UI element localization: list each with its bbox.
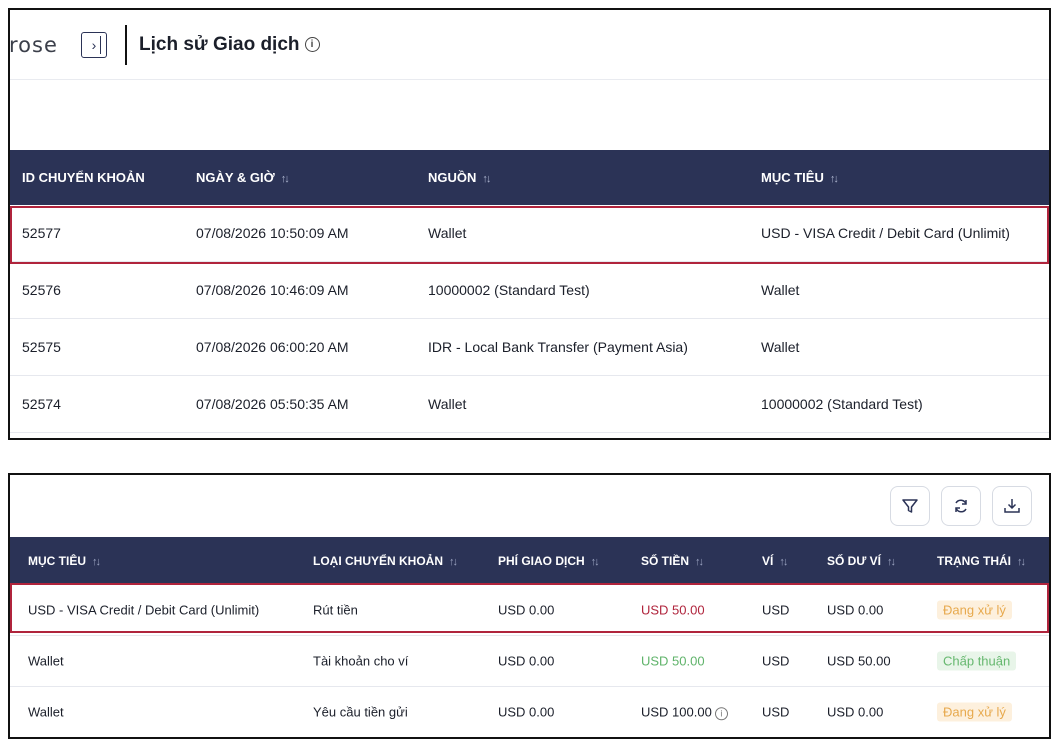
page-title: Lịch sử Giao dịch xyxy=(139,33,300,55)
top-bar: rose › Lịch sử Giao dịch i xyxy=(10,10,1049,80)
target: USD - VISA Credit / Debit Card (Unlimit) xyxy=(761,225,1010,241)
fee: USD 0.00 xyxy=(498,704,555,720)
transfer-id: 52577 xyxy=(22,225,61,241)
fee: USD 0.00 xyxy=(498,653,555,669)
info-icon[interactable]: i xyxy=(304,37,320,52)
column-header-transfer-type[interactable]: LOẠI CHUYỂN KHOẢN ↑↓ xyxy=(313,554,458,568)
column-header-source[interactable]: NGUỒN ↑↓ xyxy=(428,170,491,185)
table-row[interactable]: 52577 07/08/2026 10:50:09 AM Wallet USD … xyxy=(10,205,1049,262)
table-header: ID CHUYỂN KHOẢN NGÀY & GIỜ ↑↓ NGUỒN ↑↓ MỤC… xyxy=(10,150,1049,205)
divider xyxy=(125,24,127,65)
table-row[interactable]: 52575 07/08/2026 06:00:20 AM IDR - Local… xyxy=(10,319,1049,376)
status-badge: Đang xử lý xyxy=(937,600,1012,620)
table-row[interactable]: 52574 07/08/2026 05:50:35 AM Wallet 1000… xyxy=(10,376,1049,433)
target: 10000002 (Standard Test) xyxy=(761,396,923,412)
source: Wallet xyxy=(428,225,467,241)
wallet: USD xyxy=(762,602,790,618)
datetime: 07/08/2026 06:00:20 AM xyxy=(196,339,349,355)
table-row[interactable]: 52576 07/08/2026 10:46:09 AM 10000002 (S… xyxy=(10,262,1049,319)
brand-logo: rose xyxy=(9,32,58,57)
sort-icon[interactable]: ↑↓ xyxy=(449,556,458,568)
column-header-target[interactable]: MỤC TIÊU ↑↓ xyxy=(28,554,101,568)
wallet: USD xyxy=(762,704,790,720)
sort-icon[interactable]: ↑↓ xyxy=(591,556,600,568)
wallet-balance: USD 0.00 xyxy=(827,602,884,618)
column-header-amount[interactable]: SỐ TIỀN ↑↓ xyxy=(641,554,704,568)
download-button[interactable] xyxy=(992,486,1032,526)
table-row[interactable]: Wallet Yêu cầu tiền gửi USD 0.00 USD 100… xyxy=(10,687,1049,737)
transaction-details-panel: MỤC TIÊU ↑↓ LOẠI CHUYỂN KHOẢN ↑↓ PHÍ GIAO … xyxy=(8,473,1051,739)
target: Wallet xyxy=(28,653,64,669)
table-row[interactable]: Wallet Tài khoản cho ví USD 0.00 USD 50.… xyxy=(10,636,1049,687)
wallet-balance: USD 50.00 xyxy=(827,653,891,669)
wallet-balance: USD 0.00 xyxy=(827,704,884,720)
filter-button[interactable] xyxy=(890,486,930,526)
status-badge: Đang xử lý xyxy=(937,702,1012,722)
sort-icon[interactable]: ↑↓ xyxy=(887,556,896,568)
column-header-datetime[interactable]: NGÀY & GIỜ ↑↓ xyxy=(196,170,290,185)
source: IDR - Local Bank Transfer (Payment Asia) xyxy=(428,339,688,355)
sort-icon[interactable]: ↑↓ xyxy=(92,556,101,568)
source: Wallet xyxy=(428,396,467,412)
transfer-id: 52575 xyxy=(22,339,61,355)
column-header-status[interactable]: TRẠNG THÁI ↑↓ xyxy=(937,554,1026,568)
table-row[interactable]: USD - VISA Credit / Debit Card (Unlimit)… xyxy=(10,585,1049,636)
amount: USD 50.00 xyxy=(641,602,705,618)
transfer-type: Yêu cầu tiền gửi xyxy=(313,704,408,720)
target: Wallet xyxy=(28,704,64,720)
target: Wallet xyxy=(761,339,800,355)
amount: USD 100.00 xyxy=(641,704,712,720)
table-header: MỤC TIÊU ↑↓ LOẠI CHUYỂN KHOẢN ↑↓ PHÍ GIAO … xyxy=(10,537,1049,585)
transfer-type: Rút tiền xyxy=(313,602,358,618)
transfer-id: 52576 xyxy=(22,282,61,298)
download-icon xyxy=(1004,499,1020,513)
datetime: 07/08/2026 10:46:09 AM xyxy=(196,282,349,298)
wallet: USD xyxy=(762,653,790,669)
amount: USD 50.00 xyxy=(641,653,705,669)
column-header-fee[interactable]: PHÍ GIAO DỊCH ↑↓ xyxy=(498,554,600,568)
sort-icon[interactable]: ↑↓ xyxy=(281,173,290,185)
sort-icon[interactable]: ↑↓ xyxy=(1017,556,1026,568)
transfer-type: Tài khoản cho ví xyxy=(313,653,409,669)
filter-area xyxy=(10,80,1049,150)
datetime: 07/08/2026 05:50:35 AM xyxy=(196,396,349,412)
column-header-balance[interactable]: SỐ DƯ VÍ ↑↓ xyxy=(827,554,896,568)
info-icon[interactable]: i xyxy=(714,706,728,720)
refresh-icon xyxy=(955,499,967,513)
column-header-wallet[interactable]: VÍ ↑↓ xyxy=(762,554,788,568)
sort-icon[interactable]: ↑↓ xyxy=(830,173,839,185)
sort-icon[interactable]: ↑↓ xyxy=(482,173,491,185)
sidebar-toggle-icon[interactable]: › xyxy=(81,31,107,58)
column-header-target[interactable]: MỤC TIÊU ↑↓ xyxy=(761,170,839,185)
refresh-button[interactable] xyxy=(941,486,981,526)
table-toolbar xyxy=(10,475,1049,537)
transfer-id: 52574 xyxy=(22,396,61,412)
transaction-history-panel: rose › Lịch sử Giao dịch i ID CHUYỂN KHO… xyxy=(8,8,1051,440)
target: USD - VISA Credit / Debit Card (Unlimit) xyxy=(28,602,260,618)
target: Wallet xyxy=(761,282,800,298)
filter-icon xyxy=(902,499,918,513)
sort-icon[interactable]: ↑↓ xyxy=(779,556,788,568)
status-badge: Chấp thuận xyxy=(937,651,1017,671)
column-header-transfer-id[interactable]: ID CHUYỂN KHOẢN xyxy=(22,170,145,185)
amount-cell: USD 100.00 i xyxy=(641,704,728,720)
sort-icon[interactable]: ↑↓ xyxy=(695,556,704,568)
fee: USD 0.00 xyxy=(498,602,555,618)
datetime: 07/08/2026 10:50:09 AM xyxy=(196,225,349,241)
source: 10000002 (Standard Test) xyxy=(428,282,590,298)
